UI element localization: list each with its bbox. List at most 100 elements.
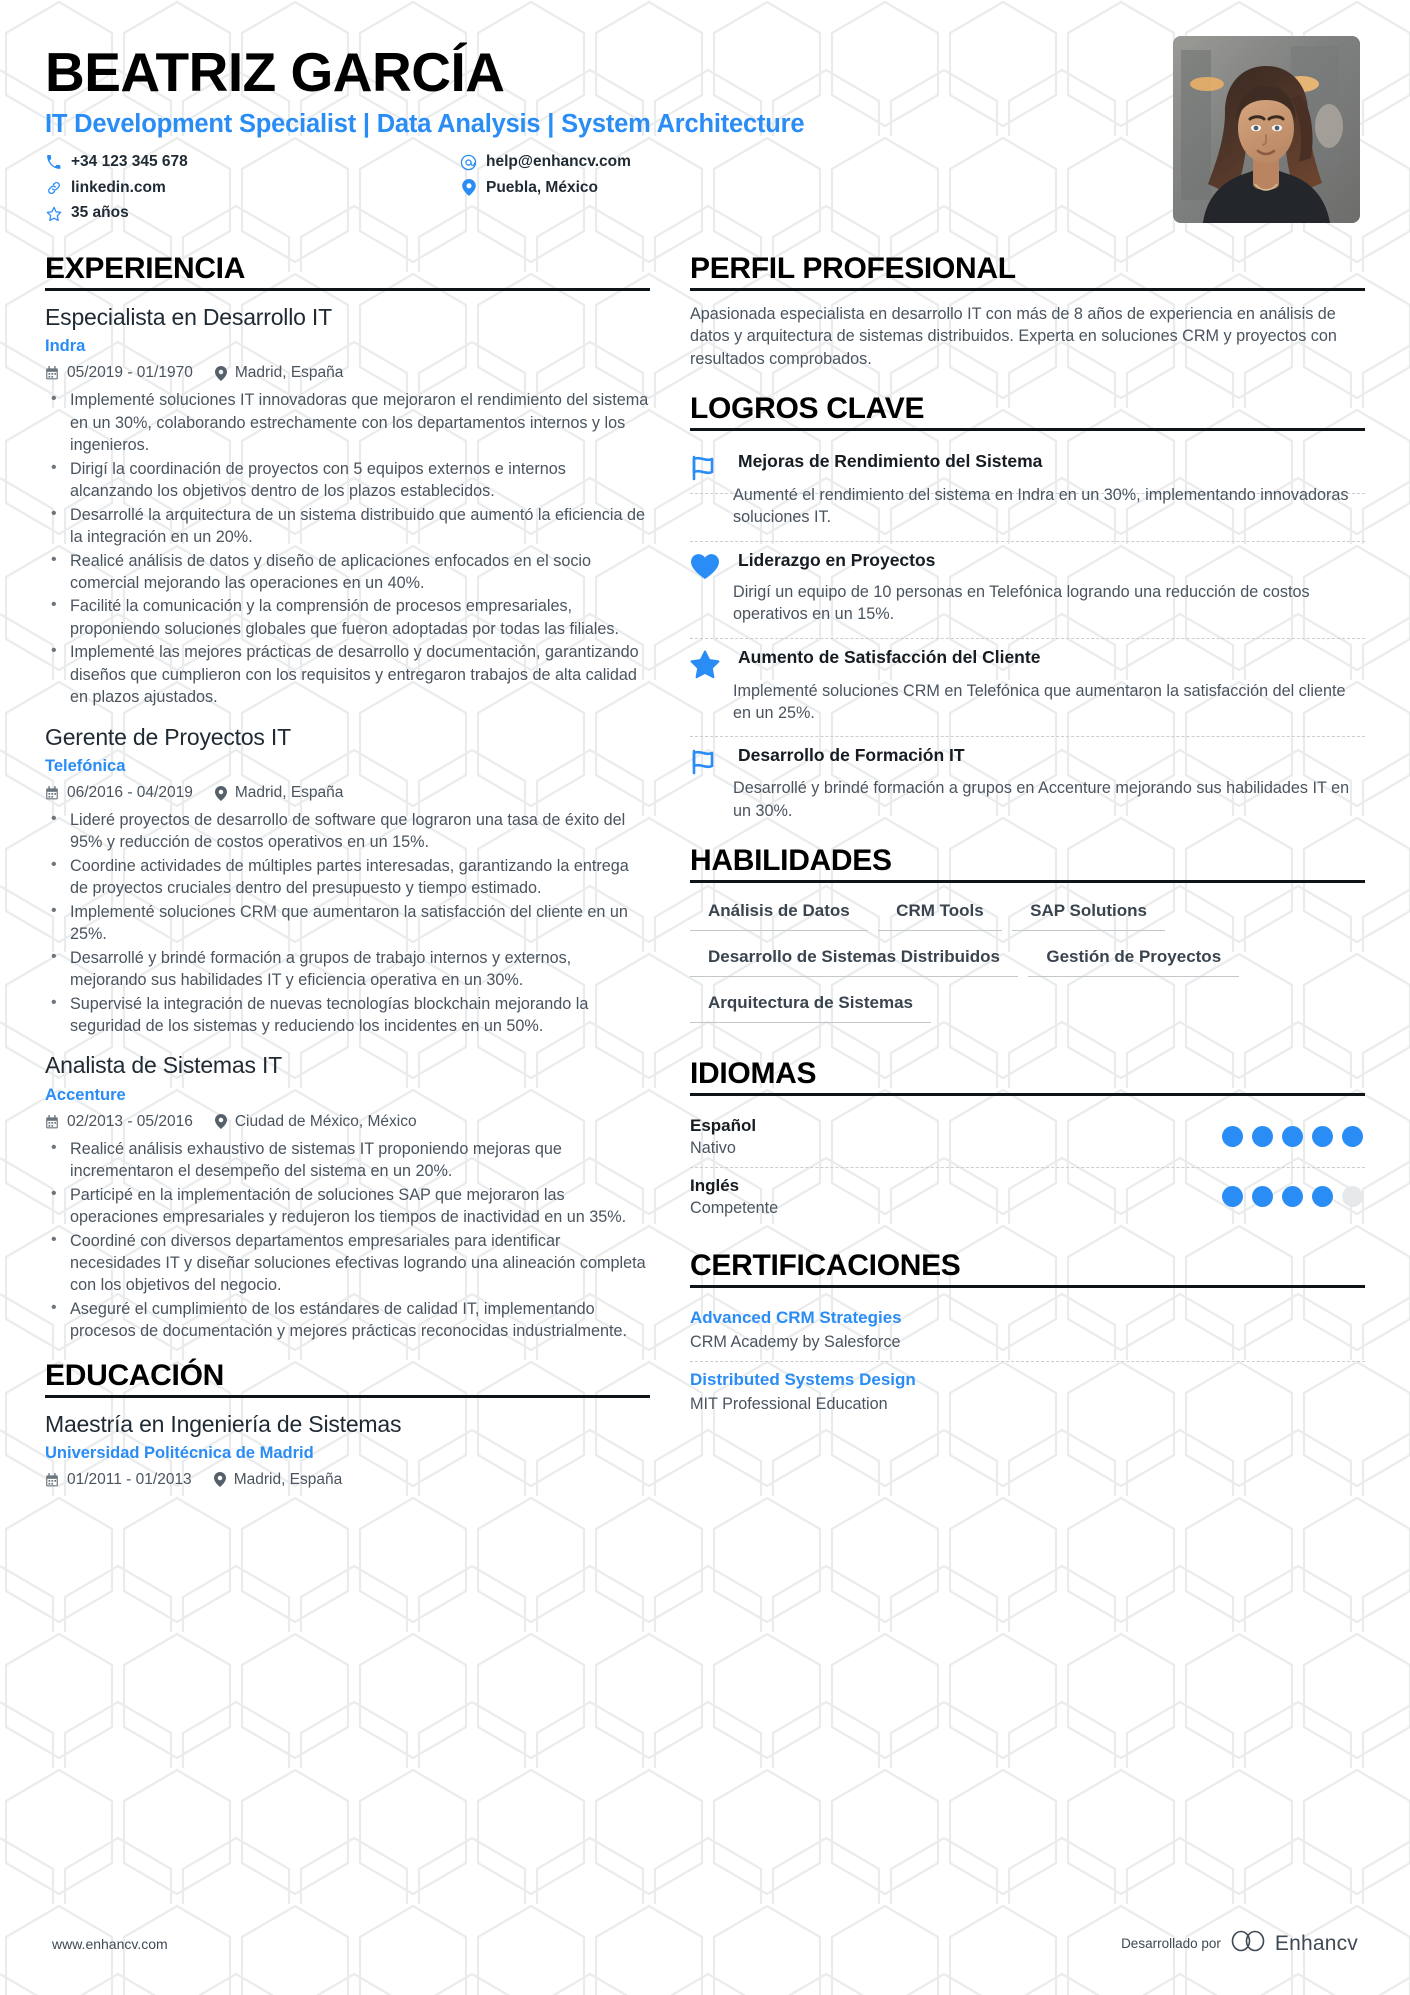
skills-list: Análisis de Datos CRM Tools SAP Solution… [690, 895, 1365, 1035]
section-education: EDUCACIÓN Maestría en Ingeniería de Sist… [45, 1359, 650, 1489]
rating-dot [1342, 1186, 1363, 1208]
certification-item: Advanced CRM Strategies CRM Academy by S… [690, 1300, 1365, 1363]
contact-linkedin[interactable]: linkedin.com [45, 179, 460, 198]
contact-age[interactable]: 35 años [45, 204, 460, 223]
job-company[interactable]: Telefónica [45, 757, 650, 776]
contact-phone[interactable]: +34 123 345 678 [45, 153, 460, 172]
job-dates: 06/2016 - 04/2019 [45, 784, 193, 802]
email-icon [460, 154, 477, 171]
achievement-body: Aumento de Satisfacción del Cliente [738, 647, 1365, 679]
rating-dot [1342, 1126, 1363, 1147]
section-divider [690, 1285, 1365, 1289]
language-item: Inglés Competente [690, 1168, 1365, 1227]
achievement-title: Aumento de Satisfacción del Cliente [738, 646, 1041, 667]
skill-tag: Análisis de Datos [690, 897, 868, 931]
section-title-profile: PERFIL PROFESIONAL [690, 252, 1016, 285]
job-bullets: Realicé análisis exhaustivo de sistemas … [45, 1137, 650, 1343]
language-item: Español Nativo [690, 1108, 1365, 1169]
experience-item: Especialista en Desarrollo IT Indra 05/2… [45, 303, 650, 709]
rating-dot [1222, 1126, 1243, 1147]
star-icon [45, 206, 62, 222]
left-column: EXPERIENCIA Especialista en Desarrollo I… [45, 252, 650, 1503]
job-dates-text: 02/2013 - 05/2016 [67, 1112, 193, 1130]
achievement-description: Aumenté el rendimiento del sistema en In… [690, 484, 1365, 542]
achievement-description: Dirigí un equipo de 10 personas en Telef… [690, 581, 1365, 639]
section-divider [690, 288, 1365, 291]
heart-icon [690, 550, 722, 580]
job-bullets: Implementé soluciones IT innovadoras que… [45, 388, 650, 708]
section-divider [45, 288, 650, 291]
job-location: Madrid, España [214, 364, 344, 382]
experience-item: Analista de Sistemas IT Accenture 02/201… [45, 1051, 650, 1342]
footer-branding: Desarrollado por Enhancv [1121, 1930, 1358, 1957]
contact-location[interactable]: Puebla, México [460, 179, 845, 198]
certification-name[interactable]: Distributed Systems Design [690, 1369, 1365, 1391]
list-item: Implementé las mejores prácticas de desa… [45, 640, 650, 708]
list-item: Implementé soluciones IT innovadoras que… [45, 388, 650, 456]
job-location-text: Ciudad de México, México [234, 1112, 417, 1130]
skill-tag: Desarrollo de Sistemas Distribuidos [690, 943, 1018, 977]
education-location-text: Madrid, España [233, 1470, 343, 1488]
flag-icon [690, 451, 722, 482]
education-location: Madrid, España [213, 1470, 343, 1489]
section-languages: IDIOMAS Español Nativo Inglés Competente [690, 1057, 1365, 1227]
resume-header: BEATRIZ GARCÍA IT Development Specialist… [0, 0, 1410, 240]
calendar-icon [45, 786, 59, 800]
section-achievements: LOGROS CLAVE Mejoras de Rendimiento del … [690, 392, 1365, 822]
language-info: Español Nativo [690, 1115, 756, 1158]
section-divider [45, 1394, 650, 1398]
job-meta: 05/2019 - 01/1970 Madrid, España [45, 364, 650, 382]
job-company[interactable]: Accenture [45, 1086, 650, 1105]
location-pin-icon [214, 785, 227, 801]
footer-website-url[interactable]: www.enhancv.com [52, 1936, 168, 1952]
language-level: Nativo [690, 1139, 736, 1158]
achievement-title: Mejoras de Rendimiento del Sistema [738, 451, 1043, 472]
language-rating-dots [1222, 1126, 1365, 1147]
section-title-skills: HABILIDADES [690, 843, 892, 877]
certification-issuer: MIT Professional Education [690, 1395, 888, 1414]
section-experience: EXPERIENCIA Especialista en Desarrollo I… [45, 252, 650, 1343]
degree-title: Maestría en Ingeniería de Sistemas [45, 1410, 402, 1437]
language-name: Inglés [690, 1176, 740, 1196]
achievement-title: Liderazgo en Proyectos [738, 549, 936, 570]
school-name[interactable]: Universidad Politécnica de Madrid [45, 1444, 650, 1463]
right-column: PERFIL PROFESIONAL Apasionada especialis… [690, 252, 1365, 1427]
language-rating-dots [1222, 1186, 1365, 1208]
certification-name[interactable]: Advanced CRM Strategies [690, 1307, 1365, 1329]
rating-dot [1222, 1186, 1243, 1208]
job-meta: 02/2013 - 05/2016 Ciudad de México, Méxi… [45, 1113, 650, 1131]
skill-tag: Gestión de Proyectos [1028, 943, 1240, 977]
skill-tag: SAP Solutions [1012, 897, 1165, 931]
contact-linkedin-text: linkedin.com [71, 178, 166, 196]
job-dates: 05/2019 - 01/1970 [45, 364, 193, 382]
job-title: Gerente de Proyectos IT [45, 723, 291, 750]
job-location-text: Madrid, España [234, 364, 344, 382]
location-pin-icon [214, 1114, 227, 1130]
job-company[interactable]: Indra [45, 337, 650, 356]
job-dates-text: 06/2016 - 04/2019 [67, 784, 193, 801]
list-item: Implementé soluciones CRM que aumentaron… [45, 900, 650, 946]
list-item: Coordine actividades de múltiples partes… [45, 854, 650, 900]
footer-brand-name: Enhancv [1274, 1931, 1358, 1955]
list-item: Dirigí la coordinación de proyectos con … [45, 457, 650, 503]
skill-tag: CRM Tools [878, 897, 1002, 931]
achievement-title: Desarrollo de Formación IT [738, 745, 965, 766]
footer-powered-by-label: Desarrollado por [1121, 1936, 1221, 1951]
section-title-achievements: LOGROS CLAVE [690, 392, 925, 426]
calendar-icon [45, 366, 59, 380]
contact-email[interactable]: help@enhancv.com [460, 153, 845, 172]
achievement-description: Desarrollé y brindé formación a grupos e… [733, 779, 1350, 820]
location-icon [460, 179, 477, 197]
job-location: Ciudad de México, México [214, 1112, 417, 1131]
contact-details: +34 123 345 678 help@enhancv.com linkedi… [45, 153, 845, 223]
rating-dot [1282, 1186, 1303, 1208]
link-icon [45, 180, 62, 196]
education-dates-text: 01/2011 - 01/2013 [67, 1470, 192, 1488]
contact-age-text: 35 años [71, 204, 129, 222]
section-skills: HABILIDADES Análisis de Datos CRM Tools … [690, 844, 1365, 1035]
header-text-block: BEATRIZ GARCÍA IT Development Specialist… [45, 36, 1173, 223]
job-location-text: Madrid, España [234, 784, 344, 801]
section-title-certifications: CERTIFICACIONES [690, 1249, 961, 1283]
page-footer: www.enhancv.com Desarrollado por Enhancv [0, 1930, 1410, 1957]
achievement-body: Mejoras de Rendimiento del Sistema [738, 451, 1365, 482]
